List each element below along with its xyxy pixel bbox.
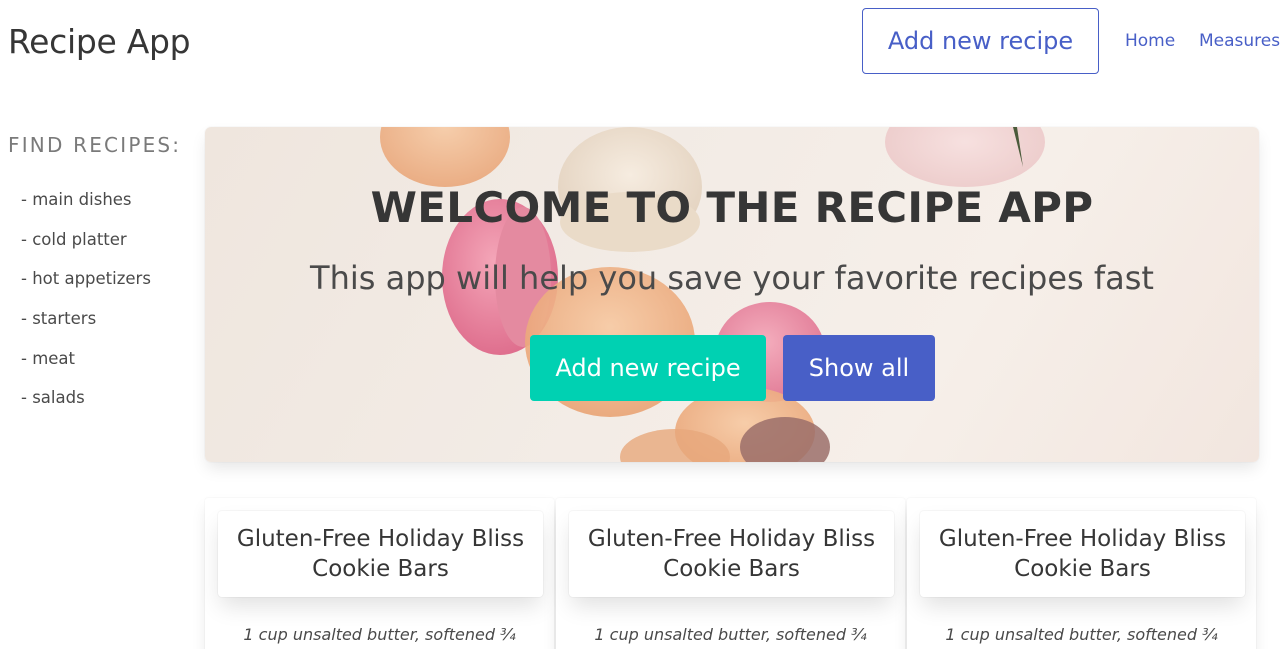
category-meat[interactable]: - meat <box>21 349 151 389</box>
hero-subtitle: This app will help you save your favorit… <box>310 259 1154 297</box>
page: Recipe App Add new recipe Home Measures … <box>0 0 1281 649</box>
nav-link-home[interactable]: Home <box>1125 31 1175 51</box>
category-main-dishes[interactable]: - main dishes <box>21 190 151 230</box>
hero-banner: WELCOME TO THE RECIPE APP This app will … <box>205 127 1259 462</box>
hero-add-recipe-button[interactable]: Add new recipe <box>530 335 766 401</box>
nav-link-measures[interactable]: Measures <box>1199 31 1280 51</box>
category-cold-platter[interactable]: - cold platter <box>21 230 151 270</box>
recipe-card-ingredients: 1 cup unsalted butter, softened ¾ <box>594 625 867 644</box>
recipe-card-ingredients: 1 cup unsalted butter, softened ¾ <box>243 625 516 644</box>
sidebar-heading: FIND RECIPES: <box>8 133 182 157</box>
category-list: - main dishes - cold platter - hot appet… <box>21 190 151 428</box>
recipe-card-title[interactable]: Gluten-Free Holiday Bliss Cookie Bars <box>569 511 894 597</box>
hero-title: WELCOME TO THE RECIPE APP <box>370 183 1094 232</box>
hero-show-all-button[interactable]: Show all <box>783 335 935 401</box>
recipe-card-ingredients: 1 cup unsalted butter, softened ¾ <box>945 625 1218 644</box>
category-starters[interactable]: - starters <box>21 309 151 349</box>
recipe-card-title[interactable]: Gluten-Free Holiday Bliss Cookie Bars <box>920 511 1245 597</box>
header-add-recipe-button[interactable]: Add new recipe <box>862 8 1099 74</box>
recipe-card-title[interactable]: Gluten-Free Holiday Bliss Cookie Bars <box>218 511 543 597</box>
category-hot-appetizers[interactable]: - hot appetizers <box>21 269 151 309</box>
recipe-card[interactable]: Gluten-Free Holiday Bliss Cookie Bars 1 … <box>205 498 554 649</box>
recipe-card[interactable]: Gluten-Free Holiday Bliss Cookie Bars 1 … <box>556 498 905 649</box>
app-title: Recipe App <box>8 22 191 61</box>
category-salads[interactable]: - salads <box>21 388 151 428</box>
recipe-card[interactable]: Gluten-Free Holiday Bliss Cookie Bars 1 … <box>907 498 1256 649</box>
